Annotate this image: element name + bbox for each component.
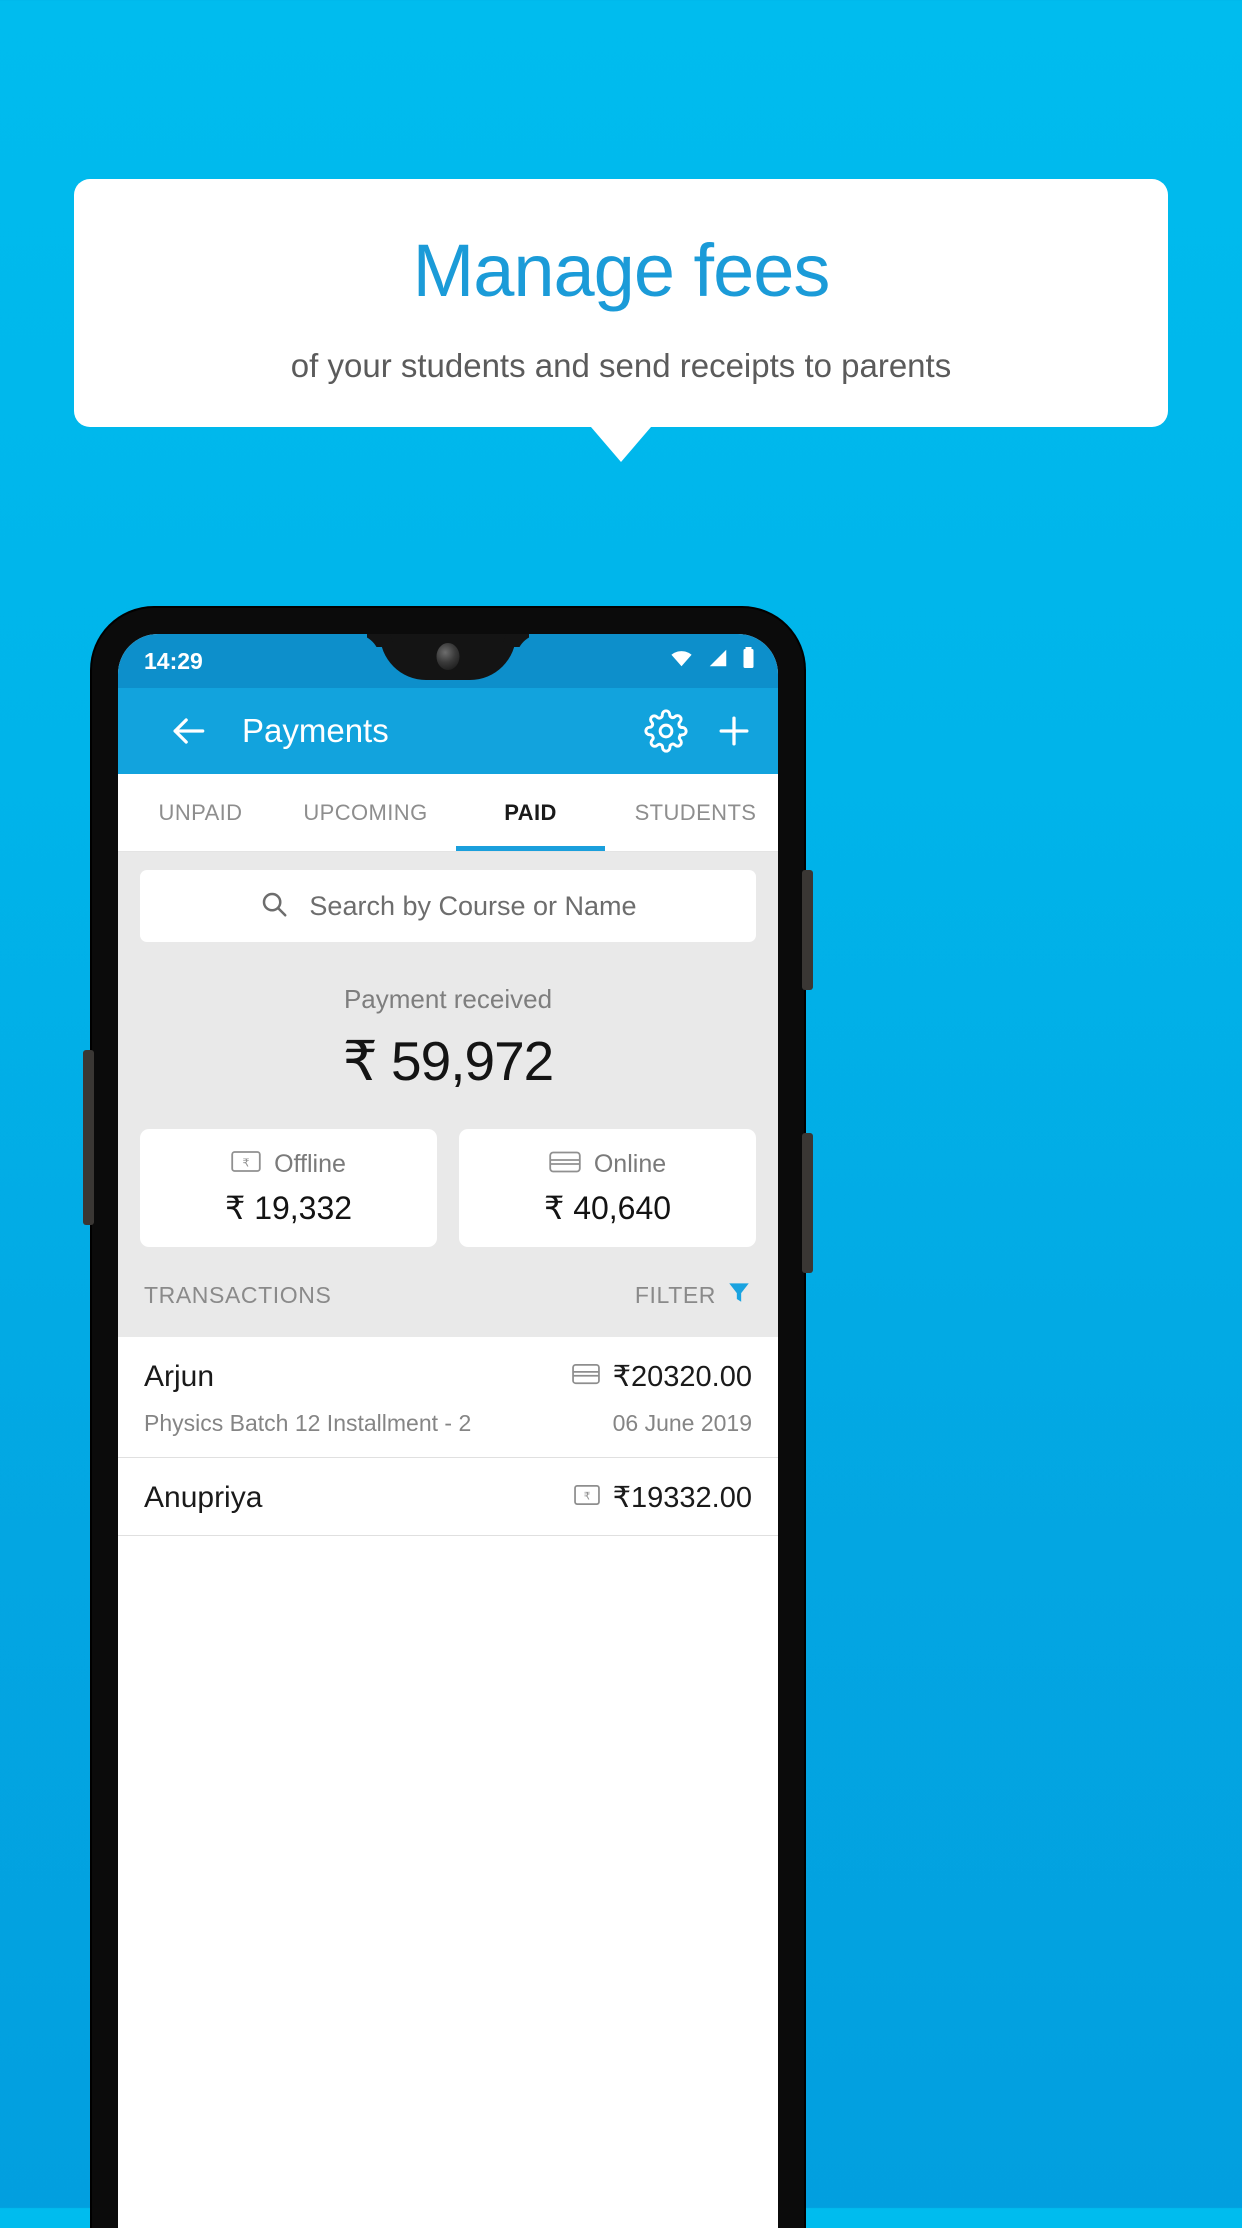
- transaction-description: Physics Batch 12 Installment - 2: [144, 1410, 472, 1436]
- credit-card-icon: [571, 1362, 600, 1391]
- online-card[interactable]: Online ₹ 40,640: [459, 1129, 756, 1247]
- signal-icon: [706, 647, 730, 675]
- tab-students[interactable]: STUDENTS: [613, 774, 778, 851]
- offline-card-head: ₹ Offline: [231, 1149, 346, 1180]
- transaction-amount: ₹19332.00: [612, 1482, 752, 1514]
- status-time: 14:29: [144, 647, 203, 674]
- search-area: Search by Course or Name: [118, 852, 778, 942]
- transaction-name: Arjun: [144, 1359, 215, 1393]
- status-bar: 14:29: [118, 634, 778, 688]
- online-card-head: Online: [549, 1149, 666, 1180]
- offline-card[interactable]: ₹ Offline ₹ 19,332: [140, 1129, 437, 1247]
- transaction-primary-line: Anupriya ₹ ₹19332.00: [144, 1480, 752, 1515]
- offline-card-label: Offline: [274, 1150, 346, 1178]
- notch: [380, 634, 516, 680]
- transaction-amount-group: ₹ ₹19332.00: [573, 1480, 752, 1515]
- filter-button[interactable]: FILTER: [635, 1279, 752, 1311]
- transaction-name: Anupriya: [144, 1480, 263, 1514]
- banknote-rupee-icon: ₹: [231, 1149, 261, 1180]
- page-title: Payments: [242, 712, 389, 749]
- transactions-list: Arjun ₹20320.00 Physics Batch 12 Install…: [118, 1337, 778, 1536]
- tab-content-paid: Search by Course or Name Payment receive…: [118, 852, 778, 1536]
- transaction-primary-line: Arjun ₹20320.00: [144, 1359, 752, 1394]
- power-button[interactable]: [802, 870, 813, 990]
- search-icon: [259, 889, 289, 924]
- transactions-title: TRANSACTIONS: [144, 1281, 332, 1308]
- online-card-amount: ₹ 40,640: [543, 1190, 672, 1226]
- wifi-icon: [668, 647, 695, 675]
- volume-down-button[interactable]: [83, 1050, 94, 1225]
- payment-summary: Payment received ₹ 59,972: [118, 942, 778, 1093]
- app-bar: Payments: [118, 688, 778, 774]
- search-placeholder: Search by Course or Name: [309, 890, 637, 921]
- transaction-date: 06 June 2019: [612, 1410, 752, 1436]
- status-icons: [668, 646, 756, 676]
- funnel-icon: [726, 1279, 752, 1311]
- credit-card-icon: [549, 1149, 581, 1180]
- phone-mockup: 14:29 Payments UNPAID UPCOMING PAID STUD…: [83, 608, 813, 2228]
- table-row[interactable]: Anupriya ₹ ₹19332.00: [118, 1458, 778, 1536]
- transactions-header: TRANSACTIONS FILTER: [118, 1247, 778, 1337]
- payment-method-cards: ₹ Offline ₹ 19,332 Online ₹ 40,640: [118, 1093, 778, 1247]
- summary-amount: ₹ 59,972: [342, 1030, 555, 1092]
- promo-subtitle: of your students and send receipts to pa…: [290, 347, 952, 384]
- svg-text:₹: ₹: [243, 1157, 250, 1170]
- promo-callout-card: Manage fees of your students and send re…: [74, 179, 1168, 427]
- back-arrow-icon[interactable]: [166, 709, 210, 753]
- search-input[interactable]: Search by Course or Name: [140, 870, 756, 942]
- svg-text:₹: ₹: [583, 1490, 590, 1502]
- transaction-amount: ₹20320.00: [612, 1361, 752, 1393]
- phone-screen: 14:29 Payments UNPAID UPCOMING PAID STUD…: [118, 634, 778, 2228]
- plus-icon[interactable]: [712, 709, 756, 753]
- summary-label: Payment received: [343, 984, 553, 1014]
- banknote-rupee-icon: ₹: [573, 1483, 600, 1512]
- battery-icon: [741, 646, 756, 676]
- gear-icon[interactable]: [644, 709, 688, 753]
- offline-card-amount: ₹ 19,332: [224, 1190, 353, 1226]
- table-row[interactable]: Arjun ₹20320.00 Physics Batch 12 Install…: [118, 1337, 778, 1458]
- volume-up-button[interactable]: [802, 1133, 813, 1273]
- tab-upcoming[interactable]: UPCOMING: [283, 774, 448, 851]
- promo-title: Manage fees: [412, 229, 831, 312]
- tab-unpaid[interactable]: UNPAID: [118, 774, 283, 851]
- transaction-secondary-line: Physics Batch 12 Installment - 2 06 June…: [144, 1410, 752, 1437]
- tab-bar: UNPAID UPCOMING PAID STUDENTS: [118, 774, 778, 852]
- tab-paid[interactable]: PAID: [448, 774, 613, 851]
- transaction-amount-group: ₹20320.00: [571, 1359, 752, 1394]
- filter-label: FILTER: [634, 1281, 716, 1308]
- callout-tail: [591, 427, 651, 462]
- front-camera-icon: [436, 643, 460, 670]
- online-card-label: Online: [593, 1150, 667, 1178]
